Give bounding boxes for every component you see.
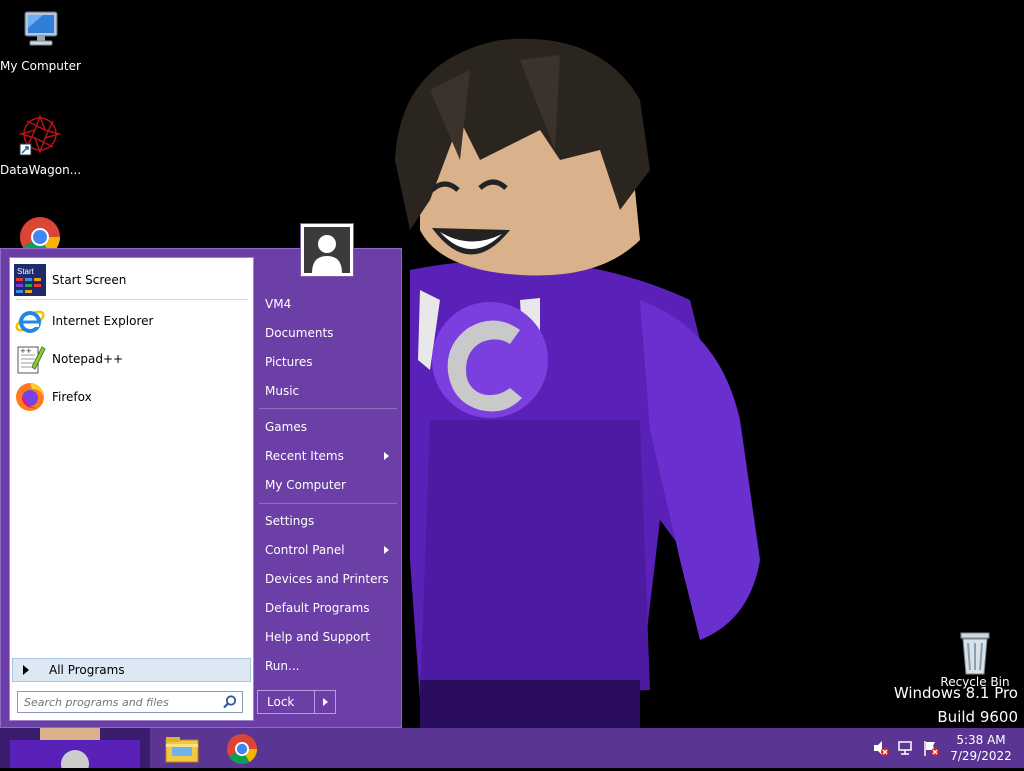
start-item-label: Pictures	[265, 355, 313, 369]
start-item-documents[interactable]: Documents	[265, 321, 395, 345]
program-label: Internet Explorer	[52, 314, 154, 328]
desktop-icon-my-computer[interactable]: My Computer	[0, 8, 81, 73]
desktop-icon-label: DataWagon...	[0, 163, 82, 177]
start-item-label: Devices and Printers	[265, 572, 389, 586]
start-button[interactable]	[0, 728, 150, 768]
taskbar-chrome[interactable]	[222, 732, 262, 766]
network-icon[interactable]	[897, 738, 915, 758]
datawagon-icon	[18, 113, 62, 156]
start-item-label: Settings	[265, 514, 315, 528]
chevron-right-icon	[322, 698, 328, 706]
start-menu-programs-pane: Start Start Screen Internet Explorer ++	[9, 257, 254, 721]
taskbar	[0, 728, 1024, 768]
start-item-settings[interactable]: Settings	[265, 509, 395, 533]
programs-separator	[16, 299, 248, 300]
submenu-arrow-icon	[384, 452, 389, 460]
search-icon[interactable]	[222, 694, 238, 710]
right-separator	[259, 408, 397, 409]
start-item-label: Documents	[265, 326, 334, 340]
chevron-right-icon	[23, 665, 29, 675]
start-item-label: Music	[265, 384, 300, 398]
desktop-icon-datawagon[interactable]: DataWagon...	[0, 112, 82, 177]
windows-watermark: Windows 8.1 Pro Build 9600	[894, 684, 1018, 726]
start-item-help-and-support[interactable]: Help and Support	[265, 625, 395, 649]
taskbar-file-explorer[interactable]	[162, 732, 202, 766]
all-programs-button[interactable]: All Programs	[12, 658, 251, 682]
taskbar-clock[interactable]: 5:38 AM 7/29/2022	[948, 732, 1014, 764]
start-orb-icon	[0, 728, 150, 768]
lock-label[interactable]: Lock	[258, 691, 315, 713]
submenu-arrow-icon	[384, 546, 389, 554]
clock-date: 7/29/2022	[950, 749, 1012, 763]
program-internet-explorer[interactable]: Internet Explorer	[14, 303, 250, 339]
chrome-icon	[227, 734, 257, 765]
start-item-label: Recent Items	[265, 449, 344, 463]
start-item-label: Default Programs	[265, 601, 370, 615]
file-explorer-icon	[165, 737, 199, 763]
search-box[interactable]	[17, 691, 243, 713]
program-notepad-plus-plus[interactable]: ++ Notepad++	[14, 341, 250, 377]
start-item-label: VM4	[265, 297, 292, 311]
program-label: Start Screen	[52, 273, 127, 287]
start-item-vm4[interactable]: VM4	[265, 292, 395, 316]
start-item-default-programs[interactable]: Default Programs	[265, 596, 395, 620]
start-item-control-panel[interactable]: Control Panel	[265, 538, 395, 562]
start-item-label: My Computer	[265, 478, 346, 492]
desktop-icon-recycle-bin[interactable]: Recycle Bin	[935, 630, 1015, 689]
clock-time: 5:38 AM	[956, 733, 1006, 747]
start-item-recent-items[interactable]: Recent Items	[265, 444, 395, 468]
start-item-label: Control Panel	[265, 543, 345, 557]
watermark-edition: Windows 8.1 Pro	[893, 684, 1018, 702]
watermark-build: Build 9600	[937, 708, 1018, 726]
start-item-devices-and-printers[interactable]: Devices and Printers	[265, 567, 395, 591]
right-separator	[259, 503, 397, 504]
volume-muted-icon[interactable]	[872, 738, 890, 758]
firefox-icon	[16, 383, 44, 411]
start-badge-text: Start	[17, 267, 35, 276]
start-item-label: Run...	[265, 659, 300, 673]
program-label: Notepad++	[52, 352, 124, 366]
internet-explorer-icon	[15, 310, 45, 333]
program-start-screen[interactable]: Start Start Screen	[14, 262, 250, 298]
svg-text:++: ++	[20, 347, 32, 355]
notepad-plus-plus-icon: ++	[17, 346, 46, 374]
all-programs-label: All Programs	[49, 663, 125, 677]
power-options-arrow[interactable]	[315, 691, 335, 713]
start-item-run[interactable]: Run...	[265, 654, 395, 678]
start-item-label: Help and Support	[265, 630, 370, 644]
start-item-games[interactable]: Games	[265, 415, 395, 439]
program-label: Firefox	[52, 390, 92, 404]
action-center-flag-icon[interactable]	[922, 738, 940, 758]
start-item-label: Games	[265, 420, 307, 434]
program-firefox[interactable]: Firefox	[14, 379, 250, 415]
start-item-my-computer[interactable]: My Computer	[265, 473, 395, 497]
search-input[interactable]	[18, 694, 222, 710]
desktop-icon-label: My Computer	[0, 59, 81, 73]
lock-button[interactable]: Lock	[257, 690, 336, 714]
start-item-pictures[interactable]: Pictures	[265, 350, 395, 374]
user-account-picture[interactable]	[300, 223, 354, 277]
user-icon	[304, 227, 350, 273]
recycle-bin-icon	[960, 632, 990, 675]
start-item-music[interactable]: Music	[265, 379, 395, 403]
computer-icon	[24, 11, 58, 46]
start-screen-icon: Start	[14, 264, 46, 296]
